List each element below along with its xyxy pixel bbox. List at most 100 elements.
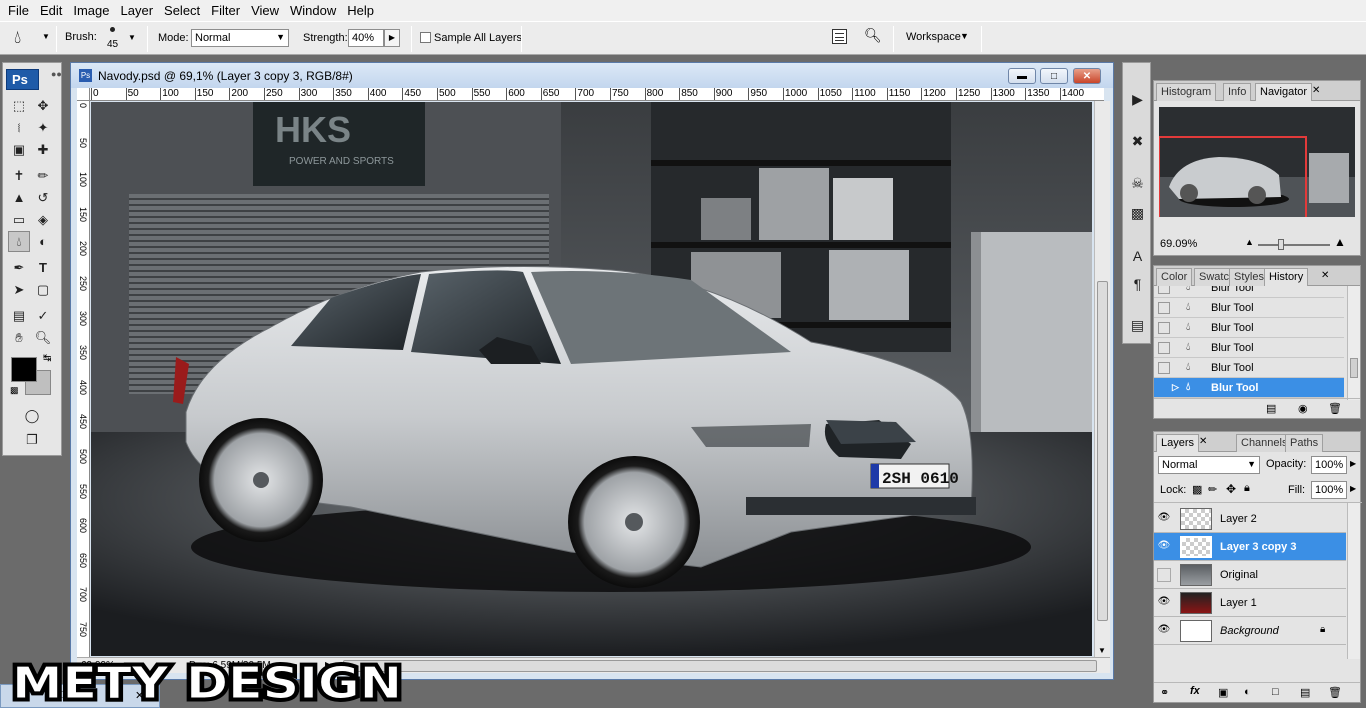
fill-slider-icon[interactable]: ▶ (1350, 484, 1356, 493)
pen-tool-icon[interactable]: ✒ (8, 257, 30, 278)
history-snapshot-box[interactable] (1158, 286, 1170, 294)
hand-tool-icon[interactable]: ✋︎ (8, 327, 30, 348)
slice-tool-icon[interactable]: ✚ (32, 139, 54, 160)
history-snapshot-box[interactable] (1158, 302, 1170, 314)
brush-tool-icon[interactable]: ✏︎ (32, 165, 54, 186)
notes-tool-icon[interactable]: ▤ (8, 305, 30, 326)
menu-window[interactable]: Window (284, 3, 341, 18)
tab-color[interactable]: Color (1156, 268, 1193, 286)
tab-swatches[interactable]: Swatc (1194, 268, 1234, 286)
new-snapshot-icon[interactable]: ◉ (1298, 402, 1308, 415)
panel-grip-icon[interactable]: ●● (51, 69, 62, 79)
close-tab-icon[interactable]: ✕ (1321, 270, 1329, 281)
zoom-tool-icon[interactable]: 🔍︎ (32, 327, 54, 348)
tab-channels[interactable]: Channels (1236, 434, 1293, 452)
menu-filter[interactable]: Filter (205, 3, 245, 18)
eraser-tool-icon[interactable]: ▭ (8, 209, 30, 230)
close-tab-icon[interactable]: ✕ (1312, 85, 1320, 96)
horizontal-scrollbar[interactable] (343, 660, 1097, 672)
eyedropper-tool-icon[interactable]: ✓ (32, 305, 54, 326)
quick-mask-icon[interactable]: ◯ (21, 405, 43, 426)
blend-mode-select[interactable]: Normal ▼ (1158, 456, 1260, 474)
foreground-color-swatch[interactable] (11, 357, 37, 382)
move-tool-icon[interactable]: ✥ (32, 95, 54, 116)
screen-mode-icon[interactable]: ❐ (21, 429, 43, 450)
adjustment-layer-icon[interactable]: ◐ (1244, 686, 1251, 698)
history-snapshot-box[interactable] (1158, 342, 1170, 354)
shape-tool-icon[interactable]: ▢ (32, 279, 54, 300)
path-selection-tool-icon[interactable]: ➤ (8, 279, 30, 300)
tab-paths[interactable]: Paths (1285, 434, 1324, 452)
navigator-preview[interactable] (1159, 107, 1355, 217)
tab-info[interactable]: Info (1223, 83, 1252, 101)
new-group-icon[interactable]: □ (1272, 686, 1279, 698)
lock-position-icon[interactable]: ✥ (1226, 482, 1236, 496)
lock-pixels-icon[interactable]: ✏︎ (1208, 483, 1217, 496)
history-scrollbar[interactable] (1347, 286, 1360, 400)
brush-preview[interactable]: 45 (104, 25, 124, 53)
menu-layer[interactable]: Layer (115, 3, 159, 18)
fill-input[interactable]: 100% (1311, 481, 1347, 499)
history-snapshot-box[interactable] (1158, 322, 1170, 334)
actions-panel-icon[interactable]: ▶ (1126, 89, 1149, 110)
menu-help[interactable]: Help (341, 3, 379, 18)
dodge-tool-icon[interactable]: ◐ (32, 231, 54, 252)
sample-all-checkbox[interactable] (420, 32, 431, 43)
lock-transparency-icon[interactable]: ▩ (1192, 483, 1202, 496)
menu-file[interactable]: File (2, 3, 34, 18)
paragraph-panel-icon[interactable]: ¶ (1126, 273, 1149, 294)
strength-slider-button[interactable]: ▶ (384, 29, 400, 47)
strength-input[interactable]: 40% (348, 29, 384, 47)
tab-styles[interactable]: Styles (1229, 268, 1269, 286)
bridge-icon[interactable]: 🔍︎ (864, 27, 886, 47)
brush-dropdown-icon[interactable]: ▼ (128, 33, 136, 42)
scrollbar-thumb[interactable] (1097, 281, 1108, 621)
palette-icon[interactable] (832, 29, 847, 44)
history-item[interactable]: 💧︎ Blur Tool (1154, 338, 1344, 358)
brushes-panel-icon[interactable]: ☠ (1126, 173, 1149, 194)
lasso-tool-icon[interactable]: ⧙ (8, 117, 30, 138)
paint-bucket-tool-icon[interactable]: ◈ (32, 209, 54, 230)
type-tool-icon[interactable]: T (32, 257, 54, 278)
new-layer-icon[interactable]: ▤ (1300, 686, 1310, 699)
layer-mask-icon[interactable]: ▣ (1218, 686, 1228, 699)
layer-row[interactable]: 👁︎ Layer 2 (1154, 505, 1346, 533)
workspace-button[interactable]: Workspace (906, 31, 961, 43)
history-snapshot-box[interactable] (1158, 362, 1170, 374)
tab-history[interactable]: History (1264, 268, 1309, 286)
navigator-zoom-slider[interactable] (1258, 239, 1330, 250)
lock-all-icon[interactable]: 🔒︎ (1244, 482, 1250, 495)
character-panel-icon[interactable]: A (1126, 245, 1149, 266)
visibility-eye-icon[interactable]: 👁︎ (1157, 596, 1171, 610)
trash-icon[interactable]: 🗑︎ (1328, 402, 1342, 415)
default-colors-icon[interactable]: ▩ (10, 385, 19, 396)
layer-comps-icon[interactable]: ▤ (1126, 315, 1149, 336)
layers-scrollbar[interactable] (1347, 503, 1360, 659)
close-tab-icon[interactable]: ✕ (1199, 436, 1207, 447)
healing-tool-icon[interactable]: ✝ (8, 165, 30, 186)
crop-tool-icon[interactable]: ▣ (8, 139, 30, 160)
tab-layers[interactable]: Layers (1156, 434, 1200, 452)
menu-image[interactable]: Image (67, 3, 114, 18)
image-canvas[interactable]: HKS POWER AND SPORTS 2SH 0610 (91, 102, 1092, 656)
document-titlebar[interactable]: Ps Navody.psd @ 69,1% (Layer 3 copy 3, R… (71, 63, 1113, 88)
tab-histogram[interactable]: Histogram (1156, 83, 1217, 101)
maximize-button[interactable]: □ (1040, 68, 1068, 84)
layer-style-icon[interactable]: fx (1190, 685, 1200, 697)
layer-row[interactable]: 👁︎ Layer 1 (1154, 589, 1346, 617)
visibility-eye-icon[interactable]: 👁︎ (1157, 540, 1171, 554)
layer-row[interactable]: 👁︎ Background 🔒︎ (1154, 617, 1346, 645)
new-document-from-state-icon[interactable]: ▤ (1266, 402, 1276, 415)
history-item-current[interactable]: ▷ 💧︎ Blur Tool (1154, 378, 1344, 398)
history-item[interactable]: 💧︎ Blur Tool (1154, 318, 1344, 338)
clone-source-icon[interactable]: ▩ (1126, 203, 1149, 224)
navigator-zoom-value[interactable]: 69.09% (1160, 238, 1197, 250)
magic-wand-tool-icon[interactable]: ✦ (32, 117, 54, 138)
history-item[interactable]: 💧︎ Blur Tool (1154, 298, 1344, 318)
tab-navigator[interactable]: Navigator (1255, 83, 1313, 101)
history-item[interactable]: 💧︎ Blur Tool (1154, 358, 1344, 378)
opacity-slider-icon[interactable]: ▶ (1350, 459, 1356, 468)
zoom-in-icon[interactable]: ▲ (1334, 235, 1346, 249)
swap-colors-icon[interactable]: ↹ (43, 353, 51, 364)
marquee-tool-icon[interactable]: ⬚ (8, 95, 30, 116)
